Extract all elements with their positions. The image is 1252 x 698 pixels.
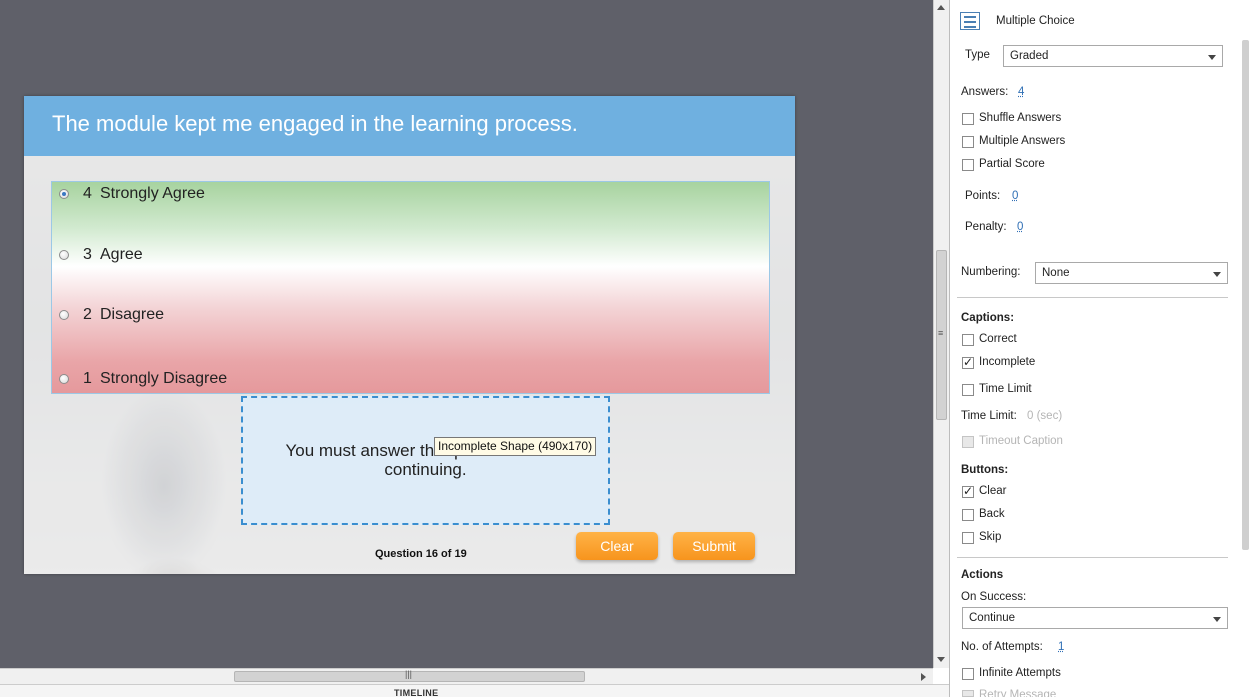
- time-limit-label: Time Limit:: [961, 410, 1017, 422]
- attempts-value[interactable]: 1: [1058, 641, 1064, 653]
- on-success-dropdown[interactable]: Continue: [962, 607, 1228, 629]
- infinite-attempts-checkbox[interactable]: [962, 668, 974, 680]
- chevron-down-icon: [1213, 272, 1221, 277]
- answer-label: Disagree: [100, 306, 165, 323]
- chevron-down-icon: [1208, 55, 1216, 60]
- stage-vertical-scrollbar[interactable]: ≡: [933, 0, 949, 668]
- correct-caption-label: Correct: [979, 333, 1017, 345]
- numbering-value: None: [1042, 267, 1070, 279]
- submit-button[interactable]: Submit: [673, 532, 755, 560]
- question-progress: Question 16 of 19: [375, 548, 467, 560]
- scroll-up-icon[interactable]: [937, 5, 945, 10]
- multiple-answers-label: Multiple Answers: [979, 135, 1066, 147]
- time-limit-checkbox[interactable]: [962, 384, 974, 396]
- chevron-down-icon: [1213, 617, 1221, 622]
- multiple-choice-icon: [960, 12, 980, 30]
- partial-score-label: Partial Score: [979, 158, 1045, 170]
- answer-number: 3: [83, 246, 92, 263]
- shape-tooltip: Incomplete Shape (490x170): [434, 437, 597, 456]
- quiz-slide: The module kept me engaged in the learni…: [24, 96, 795, 574]
- answers-box[interactable]: 4 Strongly Agree 3 Agree 2 Disagree 1 St…: [51, 181, 770, 394]
- answers-count[interactable]: 4: [1018, 86, 1024, 98]
- timeout-caption-checkbox: [962, 436, 974, 448]
- numbering-dropdown[interactable]: None: [1035, 262, 1228, 284]
- grip-icon: ≡: [938, 328, 944, 338]
- panel-scrollbar[interactable]: [1242, 40, 1249, 550]
- quiz-properties-panel: Multiple Choice Type Graded Answers: 4 S…: [949, 0, 1252, 697]
- incomplete-caption-label: Incomplete: [979, 356, 1036, 368]
- question-title-bar: The module kept me engaged in the learni…: [24, 96, 795, 156]
- captions-heading: Captions:: [961, 312, 1015, 324]
- answer-label: Agree: [100, 246, 143, 263]
- clear-button-label: Clear: [979, 485, 1007, 497]
- horizontal-scroll-thumb[interactable]: |||: [234, 669, 585, 682]
- radio-button-selected[interactable]: [59, 189, 69, 199]
- answer-label: Strongly Disagree: [100, 370, 228, 387]
- shuffle-answers-label: Shuffle Answers: [979, 112, 1062, 124]
- incomplete-caption-shape[interactable]: You must answer the question before cont…: [241, 396, 610, 525]
- type-value: Graded: [1010, 50, 1049, 62]
- correct-caption-checkbox[interactable]: [962, 334, 974, 346]
- penalty-label: Penalty:: [965, 221, 1007, 233]
- retry-message-label: Retry Message: [979, 689, 1057, 697]
- grip-icon: |||: [405, 669, 413, 679]
- scroll-down-icon[interactable]: [937, 657, 945, 662]
- back-button-checkbox[interactable]: [962, 509, 974, 521]
- points-label: Points:: [965, 190, 1001, 202]
- retry-message-checkbox: [962, 690, 974, 697]
- on-success-value: Continue: [969, 612, 1016, 624]
- question-title: The module kept me engaged in the learni…: [52, 111, 578, 136]
- skip-button-checkbox[interactable]: [962, 532, 974, 544]
- panel-title: Multiple Choice: [996, 15, 1075, 27]
- timeout-caption-label: Timeout Caption: [979, 435, 1063, 447]
- timeline-panel-header[interactable]: TIMELINE: [0, 684, 949, 698]
- infinite-attempts-label: Infinite Attempts: [979, 667, 1061, 679]
- shuffle-answers-checkbox[interactable]: [962, 113, 974, 125]
- vertical-scroll-thumb[interactable]: ≡: [936, 250, 947, 420]
- partial-score-checkbox[interactable]: [962, 159, 974, 171]
- answer-number: 1: [83, 370, 92, 387]
- attempts-label: No. of Attempts:: [961, 641, 1043, 653]
- back-button-label: Back: [979, 508, 1005, 520]
- answer-number: 2: [83, 306, 92, 323]
- type-label: Type: [965, 49, 990, 61]
- answer-number: 4: [83, 185, 92, 202]
- incomplete-text-line2: continuing.: [384, 460, 467, 479]
- radio-button[interactable]: [59, 374, 69, 384]
- answers-label: Answers:: [961, 86, 1009, 98]
- divider: [957, 297, 1228, 298]
- clear-button-checkbox[interactable]: [962, 484, 974, 498]
- answer-label: Strongly Agree: [100, 185, 205, 202]
- actions-heading: Actions: [961, 569, 1004, 581]
- numbering-label: Numbering:: [961, 266, 1021, 278]
- penalty-value[interactable]: 0: [1017, 221, 1023, 233]
- divider: [957, 557, 1228, 558]
- multiple-answers-checkbox[interactable]: [962, 136, 974, 148]
- time-limit-value: 0 (sec): [1027, 410, 1063, 422]
- points-value[interactable]: 0: [1012, 190, 1018, 202]
- skip-button-label: Skip: [979, 531, 1002, 543]
- clear-button[interactable]: Clear: [576, 532, 658, 560]
- incomplete-caption-checkbox[interactable]: [962, 355, 974, 369]
- buttons-heading: Buttons:: [961, 464, 1009, 476]
- stage-horizontal-scrollbar[interactable]: |||: [0, 668, 933, 684]
- radio-button[interactable]: [59, 310, 69, 320]
- time-limit-caption-label: Time Limit: [979, 383, 1032, 395]
- radio-button[interactable]: [59, 250, 69, 260]
- scroll-right-icon[interactable]: [921, 673, 926, 681]
- on-success-label: On Success:: [961, 591, 1027, 603]
- stage-canvas: The module kept me engaged in the learni…: [0, 0, 933, 668]
- type-dropdown[interactable]: Graded: [1003, 45, 1223, 67]
